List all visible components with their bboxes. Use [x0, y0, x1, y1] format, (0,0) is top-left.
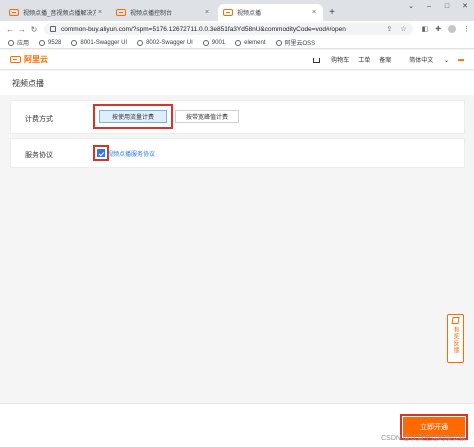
aliyun-logo[interactable]: 阿里云: [10, 54, 48, 65]
tab-title: 视频点播: [237, 11, 262, 17]
maximize-icon[interactable]: □: [438, 0, 456, 14]
bookmark-label: 9528: [48, 39, 62, 46]
header-nav: 购物车 工单 备案 简体中文 ⌄ ▬: [295, 55, 464, 64]
minimize-icon[interactable]: –: [420, 0, 438, 14]
tab-title: 视频点播_音视频点播解决方案_视频...: [23, 11, 96, 17]
globe-icon: [202, 39, 209, 46]
bookmark-label: 应用: [17, 41, 30, 47]
bookmarks-bar: 应用 9528 8001-Swagger UI 8002-Swagger UI …: [0, 37, 474, 49]
forward-icon[interactable]: →: [16, 25, 28, 34]
agreement-link[interactable]: 视频点播服务协议: [107, 149, 155, 158]
billing-label: 计费方式: [25, 116, 53, 123]
reload-icon[interactable]: ↻: [28, 25, 40, 34]
language-label: 简体中文: [409, 58, 434, 64]
bookmark-9001[interactable]: 9001: [202, 39, 226, 46]
cart-link[interactable]: 购物车: [304, 55, 349, 64]
close-tab-icon[interactable]: ×: [96, 9, 104, 16]
billing-option-traffic[interactable]: 按使用流量计费: [99, 110, 167, 123]
bookmark-label: element: [244, 39, 266, 46]
element-logo-icon: [235, 39, 242, 46]
user-account-avatar[interactable]: ▬: [458, 57, 464, 63]
edit-pencil-icon: [451, 317, 460, 324]
billing-option-bandwidth[interactable]: 按带宽峰值计费: [175, 110, 239, 123]
site-header: 阿里云 购物车 工单 备案 简体中文 ⌄ ▬: [0, 50, 474, 70]
new-tab-button[interactable]: +: [325, 4, 339, 21]
close-window-icon[interactable]: ✕: [456, 0, 474, 14]
bookmark-swagger-8001[interactable]: 8001-Swagger UI: [71, 39, 128, 46]
bookmark-apps[interactable]: 应用: [8, 38, 29, 47]
extensions-puzzle-icon[interactable]: ✚: [435, 26, 441, 33]
browser-tab-3-active[interactable]: 视频点播 ×: [218, 4, 323, 21]
globe-icon: [137, 39, 144, 46]
close-tab-icon[interactable]: ×: [310, 9, 318, 16]
agreement-checkbox[interactable]: [97, 149, 105, 157]
aliyun-favicon-icon: [275, 39, 282, 46]
tab-title: 视频点播控制台: [130, 11, 173, 17]
page-title-bar: 视频点播: [0, 71, 474, 95]
agreement-section: 服务协议 视频点播服务协议: [10, 138, 465, 168]
bookmark-label: 8002-Swagger UI: [146, 39, 193, 46]
bookmark-element[interactable]: element: [235, 39, 266, 46]
feedback-label: 有奖反馈: [452, 326, 458, 354]
cart-label: 购物车: [331, 58, 350, 64]
apps-grid-icon: [8, 39, 14, 46]
browser-tab-1[interactable]: 视频点播_音视频点播解决方案_视频... ×: [4, 4, 109, 21]
language-switcher[interactable]: 简体中文 ⌄: [400, 55, 449, 64]
back-icon[interactable]: ←: [4, 25, 16, 34]
menu-dots-icon[interactable]: ⋮: [463, 26, 470, 33]
extension-icon[interactable]: ◧: [422, 26, 429, 33]
bookmark-label: 9001: [211, 39, 226, 46]
aliyun-favicon-icon: [116, 9, 126, 16]
bookmark-label: 阿里云OSS: [284, 41, 316, 47]
chevron-down-icon: ⌄: [443, 58, 449, 64]
profile-avatar-icon[interactable]: [448, 25, 457, 34]
lock-icon[interactable]: [50, 26, 56, 32]
cart-icon: [313, 57, 321, 63]
bookmark-star-icon[interactable]: ☆: [400, 26, 406, 33]
address-bar: ← → ↻ common-buy.aliyun.com/?spm=5176.12…: [0, 21, 474, 37]
bookmark-9528[interactable]: 9528: [39, 39, 62, 46]
footer-bar: 立即开通 CSDN @认真生活的灰太狼: [0, 403, 474, 447]
page-title: 视频点播: [12, 78, 44, 88]
aliyun-bracket-icon: [10, 56, 21, 63]
agreement-label: 服务协议: [25, 152, 53, 159]
globe-icon: [39, 39, 46, 46]
billing-section: 计费方式 按使用流量计费 按带宽峰值计费: [10, 100, 465, 134]
browser-tab-2[interactable]: 视频点播控制台 ×: [111, 4, 216, 21]
bookmark-label: 8001-Swagger UI: [80, 39, 128, 46]
share-icon[interactable]: ⇪: [387, 26, 393, 33]
watermark: CSDN @认真生活的灰太狼: [381, 435, 466, 442]
bookmark-aliyun-oss[interactable]: 阿里云OSS: [275, 38, 316, 47]
aliyun-favicon-icon: [9, 9, 19, 16]
url-text[interactable]: common-buy.aliyun.com/?spm=5176.12672711…: [61, 26, 381, 33]
aliyun-favicon-icon: [223, 9, 233, 16]
logo-text: 阿里云: [24, 55, 48, 64]
ticket-link[interactable]: 工单: [358, 55, 370, 64]
globe-icon: [71, 39, 78, 46]
window-controls: ⌄ – □ ✕: [402, 0, 474, 14]
tab-search-icon[interactable]: ⌄: [402, 0, 420, 14]
url-field[interactable]: common-buy.aliyun.com/?spm=5176.12672711…: [44, 23, 413, 35]
close-tab-icon[interactable]: ×: [203, 9, 211, 16]
feedback-widget[interactable]: 有奖反馈: [447, 314, 464, 363]
record-link[interactable]: 备案: [379, 55, 391, 64]
bookmark-swagger-8002[interactable]: 8002-Swagger UI: [137, 39, 193, 46]
browser-tab-strip: 视频点播_音视频点播解决方案_视频... × 视频点播控制台 × 视频点播 × …: [0, 0, 474, 21]
